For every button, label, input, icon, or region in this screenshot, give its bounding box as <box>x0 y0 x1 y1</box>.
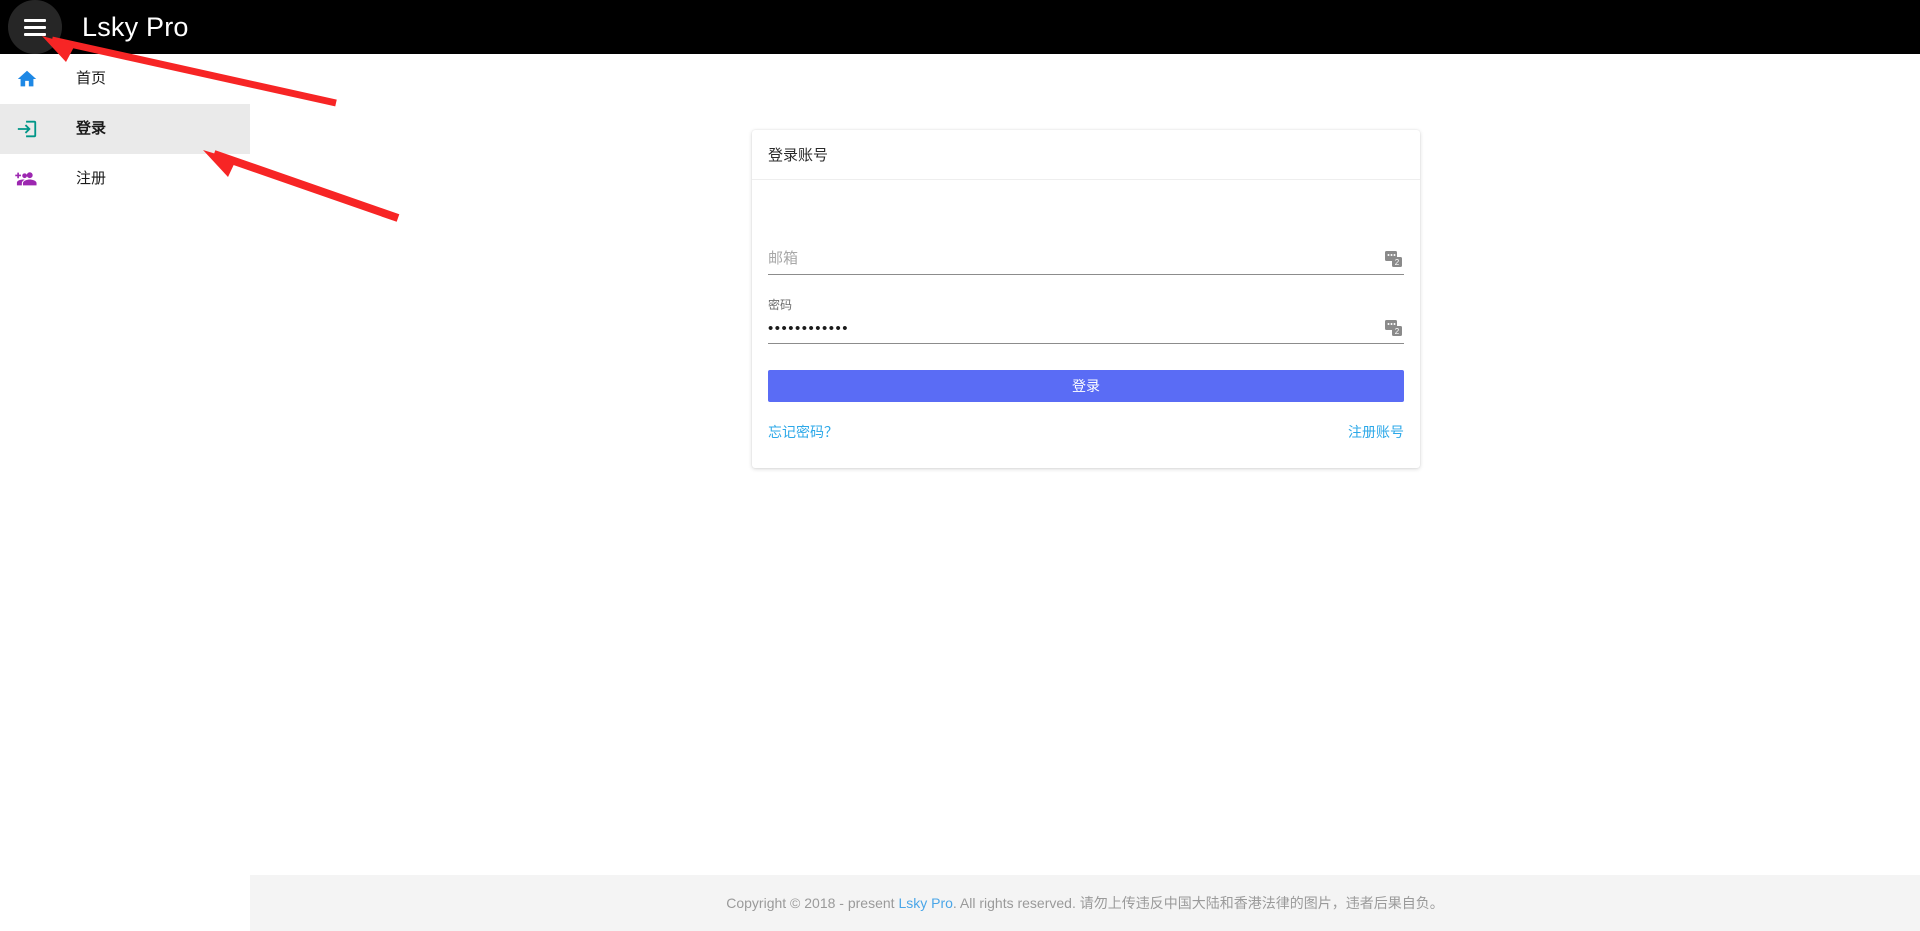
hamburger-bar <box>24 18 46 22</box>
login-card-header: 登录账号 <box>752 130 1420 180</box>
hamburger-bar <box>24 25 46 29</box>
sidebar-item-label: 注册 <box>76 170 107 187</box>
password-input[interactable]: •••••••••••• <box>768 313 1404 343</box>
password-manager-icon[interactable]: 2 <box>1384 249 1404 269</box>
home-icon <box>14 66 40 92</box>
main-content-area: 登录账号 2 <box>250 54 1920 931</box>
email-field-group: 2 <box>768 244 1404 275</box>
sidebar-item-label: 首页 <box>76 70 107 87</box>
app-title: Lsky Pro <box>82 12 189 42</box>
login-card-title: 登录账号 <box>768 147 829 164</box>
forgot-password-link[interactable]: 忘记密码？ <box>768 422 838 442</box>
sidebar-item-login[interactable]: 登录 <box>0 104 250 154</box>
email-input[interactable] <box>768 244 1404 274</box>
password-manager-icon[interactable]: 2 <box>1384 318 1404 338</box>
sidebar-item-label: 登录 <box>76 120 107 137</box>
copyright-text: Copyright © 2018 - present Lsky Pro. All… <box>726 893 1443 913</box>
login-card-body: 2 密码 •••••••••••• 2 <box>752 180 1420 468</box>
form-top-spacer <box>768 196 1404 232</box>
login-submit-button[interactable]: 登录 <box>768 370 1404 402</box>
hamburger-menu-icon[interactable] <box>8 0 62 54</box>
page-footer: Copyright © 2018 - present Lsky Pro. All… <box>250 875 1920 931</box>
register-account-link[interactable]: 注册账号 <box>1348 422 1404 442</box>
password-field-group: 密码 •••••••••••• 2 <box>768 289 1404 344</box>
top-header-bar: Lsky Pro <box>0 0 1920 54</box>
login-icon <box>14 116 40 142</box>
svg-text:2: 2 <box>1395 327 1400 336</box>
login-card-links: 忘记密码？ 注册账号 <box>768 422 1404 442</box>
sidebar-navigation: 首页 登录 注册 <box>0 54 250 931</box>
sidebar-item-register[interactable]: 注册 <box>0 154 250 204</box>
copyright-prefix: Copyright © 2018 - present <box>726 895 899 911</box>
footer-brand-link[interactable]: Lsky Pro <box>898 895 952 911</box>
field-spacer <box>768 275 1404 289</box>
hamburger-bar <box>24 32 46 36</box>
svg-text:2: 2 <box>1395 258 1400 267</box>
copyright-suffix: . All rights reserved. 请勿上传违反中国大陆和香港法律的图… <box>952 895 1444 911</box>
person-add-icon <box>14 166 40 192</box>
password-field-label: 密码 <box>768 298 793 312</box>
login-card: 登录账号 2 <box>752 130 1420 468</box>
sidebar-item-home[interactable]: 首页 <box>0 54 250 104</box>
